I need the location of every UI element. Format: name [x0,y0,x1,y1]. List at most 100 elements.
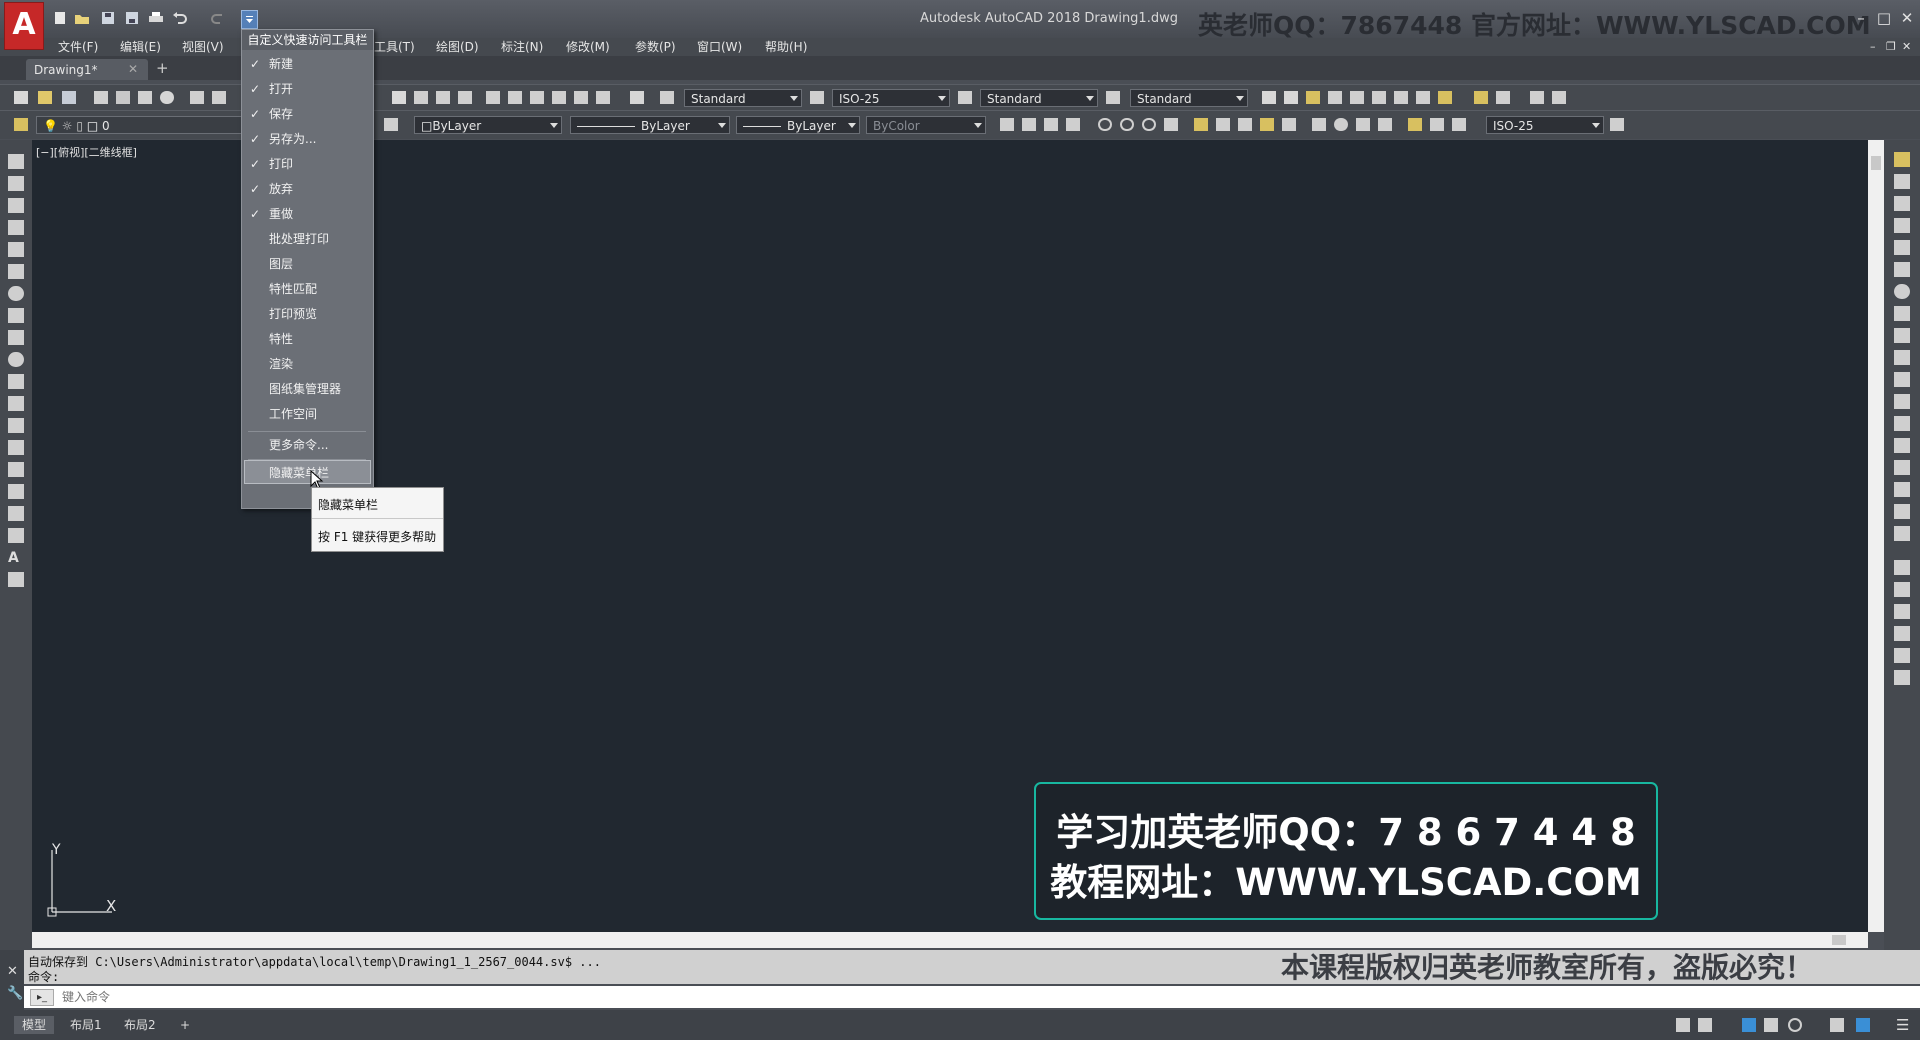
qat-item-plot[interactable]: ✓ 打印 [244,152,371,176]
vertical-scrollbar[interactable] [1868,140,1884,932]
command-customize-icon[interactable]: 🔧 [7,986,23,1001]
dim-angular-icon[interactable] [1164,118,1178,131]
tb-text-icon[interactable] [1262,91,1276,104]
tb-new-icon[interactable] [14,91,28,104]
tab-model[interactable]: 模型 [14,1016,55,1034]
close-button[interactable]: ✕ [1896,9,1918,29]
mleader-style-select[interactable]: Standard [1130,89,1248,107]
tb-copy-icon[interactable] [212,91,226,104]
tb-inquiry-icon[interactable] [1552,91,1566,104]
dim-diameter-icon[interactable] [1142,118,1156,131]
command-window-handle[interactable]: ✕ 🔧 [0,950,24,1010]
add-selected-icon[interactable] [8,572,24,587]
doc-restore-button[interactable]: ❐ [1886,38,1896,56]
draworder-back-icon[interactable] [1894,582,1910,597]
tb-3dprint-icon[interactable] [160,91,174,104]
break-icon[interactable] [1894,416,1910,431]
qat-item-undo[interactable]: ✓ 放弃 [244,177,371,201]
construction-line-icon[interactable] [8,176,24,191]
dim-linear-icon[interactable] [1000,118,1014,131]
command-input[interactable] [60,988,1864,1006]
erase-icon[interactable] [1894,152,1910,167]
command-prompt-icon[interactable]: ▸_ [30,989,54,1006]
lineweight-select[interactable]: ByLayer [736,116,860,134]
menu-view[interactable]: 视图(V) [182,38,224,56]
qat-item-layer[interactable]: 图层 [244,252,371,276]
line-icon[interactable] [8,154,24,169]
tb-save-icon[interactable] [62,91,76,104]
menu-edit[interactable]: 编辑(E) [120,38,161,56]
tb-justify-icon[interactable] [1394,91,1408,104]
draworder-front-icon[interactable] [1894,560,1910,575]
dim-radius-icon[interactable] [1098,118,1112,131]
dim-inspect-icon[interactable] [1356,118,1370,131]
dim-baseline-icon[interactable] [1216,118,1230,131]
polyline-icon[interactable] [8,198,24,213]
insert-block-icon[interactable] [8,396,24,411]
draworder-above-icon[interactable] [1894,604,1910,619]
dim-update-icon[interactable] [1452,118,1466,131]
tb-sheetset-icon[interactable] [552,91,566,104]
tb-publish-icon[interactable] [138,91,152,104]
revision-cloud-icon[interactable] [8,308,24,323]
rotate-icon[interactable] [1894,284,1910,299]
qat-item-sheetset[interactable]: 图纸集管理器 [244,377,371,401]
tab-drawing1[interactable]: Drawing1* ✕ [26,59,148,80]
qat-item-batchplot[interactable]: 批处理打印 [244,227,371,251]
vertical-scroll-thumb[interactable] [1871,156,1881,170]
horizontal-scroll-thumb[interactable] [1832,935,1846,945]
qat-hide-menubar[interactable]: 隐藏菜单栏 [244,460,371,484]
ortho-icon[interactable] [1742,1018,1756,1032]
snap-icon[interactable] [1698,1018,1712,1032]
menu-dimension[interactable]: 标注(N) [501,38,543,56]
color-select[interactable]: □ByLayer [414,116,562,134]
viewport-controls-label[interactable]: [−][俯视][二维线框] [36,144,137,160]
menu-modify[interactable]: 修改(M) [566,38,610,56]
point-icon[interactable] [8,440,24,455]
tb-textscale-icon[interactable] [1372,91,1386,104]
layer-properties-icon[interactable] [14,118,28,131]
print-icon[interactable] [148,11,164,25]
mirror-icon[interactable] [1894,196,1910,211]
region-icon[interactable] [8,506,24,521]
qat-item-open[interactable]: ✓ 打开 [244,77,371,101]
tb-mtext-icon[interactable] [1284,91,1298,104]
tb-pan-icon[interactable] [392,91,406,104]
qat-item-new[interactable]: ✓ 新建 [244,52,371,76]
tb-match-icon[interactable] [1530,91,1544,104]
gradient-icon[interactable] [8,484,24,499]
menu-draw[interactable]: 绘图(D) [436,38,479,56]
qat-item-saveas[interactable]: ✓ 另存为... [244,127,371,151]
layer-select[interactable]: 💡 ☼ ▯ □ 0 [36,116,244,134]
dim-continue-icon[interactable] [1238,118,1252,131]
bring-dims-front-icon[interactable] [1894,670,1910,685]
break-at-point-icon[interactable] [1894,394,1910,409]
redo-icon[interactable] [210,11,226,25]
doc-minimize-button[interactable]: – [1870,38,1876,56]
customize-status-icon[interactable]: ☰ [1896,1016,1909,1034]
save-icon[interactable] [100,11,116,25]
center-mark-icon[interactable] [1334,118,1348,131]
tb-spell-icon[interactable] [1350,91,1364,104]
qat-item-render[interactable]: 渲染 [244,352,371,376]
dim-jogged-icon[interactable] [1120,118,1134,131]
circle-icon[interactable] [8,286,24,301]
tb-calculator-icon[interactable] [596,91,610,104]
menu-help[interactable]: 帮助(H) [765,38,807,56]
make-current-layer-icon[interactable] [384,118,398,131]
trim-icon[interactable] [1894,350,1910,365]
ellipse-icon[interactable] [8,352,24,367]
draworder-under-icon[interactable] [1894,626,1910,641]
qat-item-save[interactable]: ✓ 保存 [244,102,371,126]
saveas-icon[interactable] [124,11,140,25]
tb-textmask-icon[interactable] [1416,91,1430,104]
dim-style-select-2[interactable]: ISO-25 [1486,116,1604,134]
qat-item-properties[interactable]: 特性 [244,327,371,351]
rectangle-icon[interactable] [8,242,24,257]
tb-designcenter-icon[interactable] [508,91,522,104]
dim-arc-icon[interactable] [1044,118,1058,131]
new-icon[interactable] [52,11,68,25]
array-icon[interactable] [1894,240,1910,255]
fillet-icon[interactable] [1894,482,1910,497]
dim-textedit-icon[interactable] [1430,118,1444,131]
